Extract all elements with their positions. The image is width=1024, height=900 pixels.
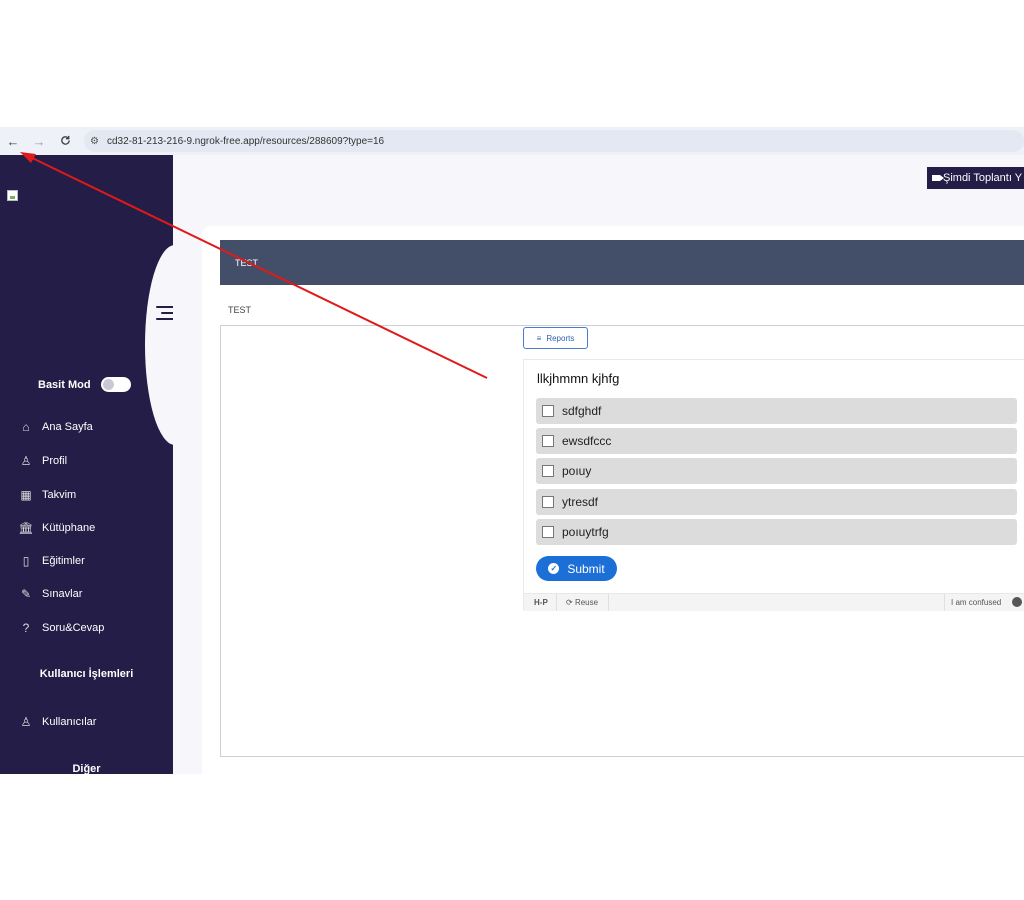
start-meeting-button[interactable]: Şimdi Toplantı Y (927, 167, 1024, 189)
basit-mod-switch[interactable]: Basit Mod (38, 377, 131, 392)
answer-label: ewsdfccc (562, 434, 612, 448)
question-text: llkjhmmn kjhfg (537, 371, 620, 386)
sidebar-item-soru-cevap[interactable]: ? Soru&Cevap (18, 621, 105, 635)
question-icon: ? (22, 621, 30, 635)
library-icon: 🏛 (18, 521, 34, 535)
answer-option[interactable]: ewsdfccc (536, 428, 1017, 454)
section-title-other: Diğer (72, 763, 101, 774)
sidebar-item-kutuphane[interactable]: 🏛 Kütüphane (18, 521, 95, 535)
reports-button[interactable]: ≡ Reports (523, 327, 588, 349)
divider (556, 594, 557, 611)
sidebar-item-label: Sınavlar (42, 588, 83, 600)
answer-option[interactable]: poıuy (536, 458, 1017, 484)
menu-toggle-icon[interactable] (156, 302, 173, 324)
reuse-label: Reuse (574, 598, 599, 607)
h5p-footer: H‑P ⟳ Reuse I am confused (524, 593, 1024, 611)
sidebar: Basit Mod ⌂ Ana Sayfa ♙ Profil ▦ Takvim … (0, 155, 173, 774)
site-settings-icon[interactable]: ⚙ (90, 136, 99, 147)
reports-icon: ≡ (536, 333, 542, 343)
sidebar-item-label: Kullanıcılar (42, 716, 97, 728)
divider (944, 594, 945, 611)
book-icon: ▯ (22, 554, 30, 568)
checkbox-icon[interactable] (542, 526, 554, 538)
sidebar-item-profil[interactable]: ♙ Profil (18, 454, 67, 468)
home-icon: ⌂ (22, 420, 30, 434)
confused-icon[interactable] (1012, 597, 1022, 607)
reports-label: Reports (546, 333, 575, 343)
sidebar-item-sinavlar[interactable]: ✎ Sınavlar (18, 587, 82, 601)
start-meeting-label: Şimdi Toplantı Y (943, 172, 1023, 184)
resource-subtitle: TEST (228, 305, 252, 315)
h5p-logo[interactable]: H‑P (534, 598, 548, 607)
sidebar-item-ana-sayfa[interactable]: ⌂ Ana Sayfa (18, 420, 93, 434)
sidebar-item-label: Takvim (42, 489, 77, 501)
back-icon[interactable]: ← (0, 134, 26, 149)
sidebar-item-label: Soru&Cevap (42, 622, 105, 634)
reload-icon[interactable] (52, 134, 78, 149)
checkbox-icon[interactable] (542, 405, 554, 417)
submit-label: Submit (567, 561, 605, 576)
sidebar-item-label: Eğitimler (42, 555, 85, 567)
url-text: cd32-81-213-216-9.ngrok-free.app/resourc… (106, 135, 385, 147)
sidebar-item-label: Kütüphane (42, 522, 96, 534)
answer-option[interactable]: ytresdf (536, 489, 1017, 515)
card-header-title: TEST (235, 258, 259, 268)
address-bar[interactable]: ⚙ cd32-81-213-216-9.ngrok-free.app/resou… (84, 130, 1024, 152)
submit-button[interactable]: ✓ Submit (536, 556, 617, 581)
confused-button[interactable]: I am confused (951, 598, 1001, 607)
users-icon: ♙ (20, 715, 32, 729)
answer-label: poıuytrfg (562, 525, 609, 539)
toggle-icon[interactable] (100, 377, 131, 392)
section-title-user: Kullanıcı İşlemleri (39, 668, 134, 680)
calendar-icon: ▦ (20, 488, 32, 502)
sidebar-item-kullanicilar[interactable]: ♙ Kullanıcılar (18, 715, 97, 729)
edit-icon: ✎ (20, 587, 32, 601)
sidebar-item-label: Profil (42, 455, 68, 467)
sidebar-collapse-tab (145, 245, 173, 445)
checkbox-icon[interactable] (542, 465, 554, 477)
logo-image (7, 190, 18, 201)
user-icon: ♙ (20, 454, 32, 468)
answer-label: poıuy (562, 464, 592, 478)
checkbox-icon[interactable] (542, 435, 554, 447)
answer-label: sdfghdf (562, 404, 602, 418)
reuse-button[interactable]: ⟳ Reuse (566, 598, 598, 607)
checkbox-icon[interactable] (542, 496, 554, 508)
forward-icon[interactable]: → (26, 134, 52, 149)
sidebar-item-takvim[interactable]: ▦ Takvim (18, 488, 76, 502)
video-camera-icon (932, 175, 944, 181)
check-icon: ✓ (548, 563, 560, 574)
basit-mod-label: Basit Mod (38, 378, 91, 391)
sidebar-item-egitimler[interactable]: ▯ Eğitimler (18, 554, 85, 568)
card-header: TEST (220, 240, 1024, 285)
answer-option[interactable]: poıuytrfg (536, 519, 1017, 545)
answer-option[interactable]: sdfghdf (536, 398, 1017, 424)
sidebar-item-label: Ana Sayfa (42, 421, 93, 433)
answer-label: ytresdf (562, 495, 599, 509)
divider (608, 594, 609, 611)
browser-toolbar: ← → ⚙ cd32-81-213-216-9.ngrok-free.app/r… (0, 127, 1024, 155)
